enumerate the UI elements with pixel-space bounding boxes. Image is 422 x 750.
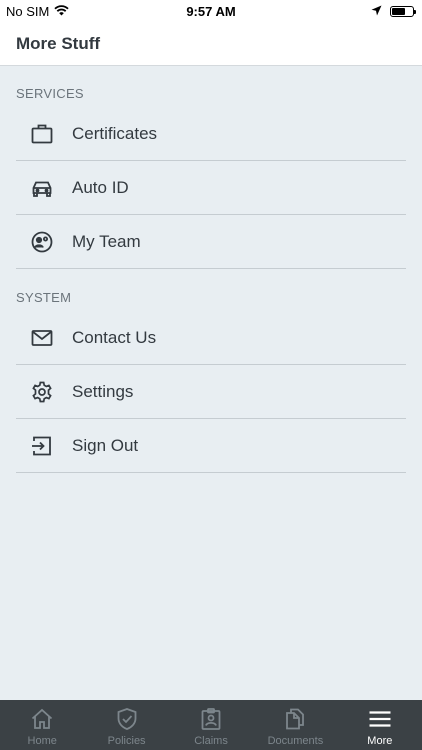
menu-item-label: My Team <box>72 231 141 251</box>
battery-icon <box>390 6 416 17</box>
menu-item-my-team[interactable]: My Team <box>16 215 406 269</box>
tab-more[interactable]: More <box>338 700 422 750</box>
tab-claims[interactable]: Claims <box>169 700 253 750</box>
menu-item-label: Certificates <box>72 123 158 143</box>
clipboard-icon <box>198 706 224 732</box>
menu-item-settings[interactable]: Settings <box>16 365 406 419</box>
shield-icon <box>114 706 140 732</box>
menu-item-label: Contact Us <box>72 327 157 347</box>
hamburger-icon <box>367 706 393 732</box>
tab-label: Policies <box>107 735 146 747</box>
tab-label: Documents <box>267 735 324 747</box>
more-menu: SERVICES Certificates Auto ID My Team SY… <box>0 66 422 700</box>
menu-item-label: Settings <box>72 381 134 401</box>
menu-item-label: Auto ID <box>72 177 129 197</box>
home-icon <box>29 706 55 732</box>
menu-item-auto-id[interactable]: Auto ID <box>16 161 406 215</box>
car-icon <box>29 175 55 201</box>
tab-label: More <box>367 735 393 747</box>
tab-label: Home <box>27 735 57 747</box>
menu-item-label: Sign Out <box>72 435 139 455</box>
tab-label: Claims <box>194 735 228 747</box>
section-header-services: SERVICES <box>16 86 84 101</box>
location-arrow-icon <box>371 4 382 19</box>
mail-icon <box>29 325 55 351</box>
nav-bar: More Stuff <box>0 22 422 66</box>
tab-bar: Home Policies Claims Documents More <box>0 700 422 750</box>
page-title: More Stuff <box>16 34 101 53</box>
tab-policies[interactable]: Policies <box>84 700 168 750</box>
status-right-group <box>371 4 416 19</box>
section-header-system: SYSTEM <box>16 290 72 305</box>
team-icon <box>29 229 55 255</box>
menu-item-sign-out[interactable]: Sign Out <box>16 419 406 473</box>
status-bar: No SIM 9:57 AM <box>0 0 422 22</box>
tab-home[interactable]: Home <box>0 700 84 750</box>
menu-item-contact-us[interactable]: Contact Us <box>16 311 406 365</box>
documents-icon <box>282 706 308 732</box>
tab-documents[interactable]: Documents <box>253 700 337 750</box>
sign-out-icon <box>29 433 55 459</box>
briefcase-icon <box>29 121 55 147</box>
menu-item-certificates[interactable]: Certificates <box>16 107 406 161</box>
battery-level <box>392 8 405 15</box>
status-time: 9:57 AM <box>186 4 236 19</box>
gear-icon <box>29 379 55 405</box>
